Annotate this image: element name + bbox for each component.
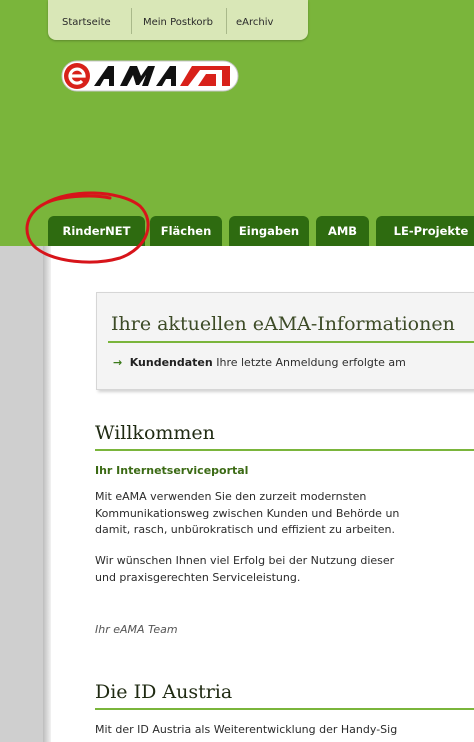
paragraph-line: damit, rasch, unbürokratisch und effizie… <box>95 523 396 536</box>
paragraph-line: Kommunikationsweg zwischen Kunden und Be… <box>95 506 400 520</box>
paragraph-line: und praxisgerechten Serviceleistung. <box>95 570 301 584</box>
welcome-subheading: Ihr Internetserviceportal <box>95 464 249 477</box>
info-box: Ihre aktuellen eAMA-Informationen → Kund… <box>96 292 474 390</box>
topnav-mein-postkorb[interactable]: Mein Postkorb <box>143 17 213 28</box>
info-line: → Kundendaten Ihre letzte Anmeldung erfo… <box>113 356 406 369</box>
welcome-divider <box>95 449 474 451</box>
tab-flaechen[interactable]: Flächen <box>150 216 222 246</box>
info-line-text: Ihre letzte Anmeldung erfolgte am <box>216 356 406 369</box>
paragraph-line: Mit eAMA verwenden Sie den zurzeit moder… <box>95 490 367 503</box>
tab-eingaben[interactable]: Eingaben <box>229 216 309 246</box>
welcome-paragraph-1: Mit eAMA verwenden Sie den zurzeit moder… <box>95 489 399 539</box>
eama-logo[interactable] <box>60 58 240 94</box>
id-austria-text: Mit der ID Austria als Weiterentwicklung… <box>95 723 398 736</box>
header-banner: Startseite Mein Postkorb eArchiv <box>0 0 474 212</box>
topnav-earchiv[interactable]: eArchiv <box>236 17 273 28</box>
main-content: Ihre aktuellen eAMA-Informationen → Kund… <box>51 246 474 742</box>
welcome-paragraph-2: Wir wünschen Ihnen viel Erfolg bei der N… <box>95 553 394 586</box>
paragraph-line: Wir wünschen Ihnen viel Erfolg bei der N… <box>95 554 395 567</box>
kundendaten-link[interactable]: Kundendaten <box>130 356 213 369</box>
left-margin <box>0 246 43 742</box>
info-title: Ihre aktuellen eAMA-Informationen <box>111 313 455 335</box>
welcome-heading: Willkommen <box>95 422 215 444</box>
info-divider <box>108 341 474 343</box>
welcome-signature: Ihr eAMA Team <box>95 623 178 636</box>
topnav-separator <box>226 8 227 34</box>
arrow-right-icon: → <box>113 356 123 369</box>
tab-rindernet[interactable]: RinderNET <box>48 216 145 246</box>
main-tab-bar: RinderNET Flächen Eingaben AMB LE-Projek… <box>0 212 474 246</box>
id-austria-heading: Die ID Austria <box>95 681 233 703</box>
id-austria-divider <box>95 708 474 710</box>
top-navigation: Startseite Mein Postkorb eArchiv <box>48 0 308 40</box>
left-shadow <box>43 246 51 742</box>
tab-le-projekte[interactable]: LE-Projekte <box>376 216 474 246</box>
topnav-startseite[interactable]: Startseite <box>62 17 111 28</box>
tab-amb[interactable]: AMB <box>316 216 369 246</box>
topnav-separator <box>131 8 132 34</box>
